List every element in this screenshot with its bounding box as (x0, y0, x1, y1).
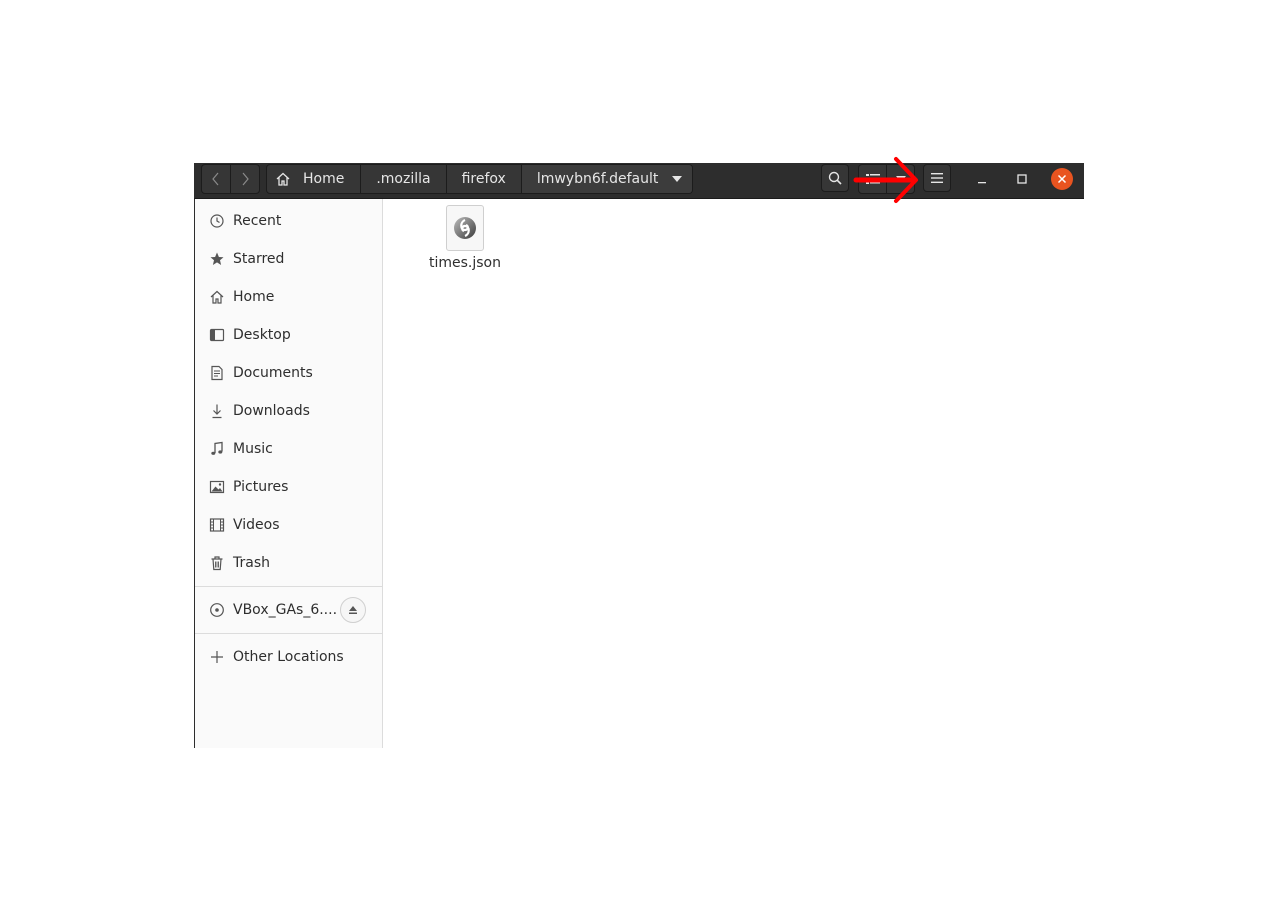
breadcrumb-label: lmwybn6f.default (536, 171, 659, 187)
red-arrow-icon (853, 157, 918, 203)
file-manager-window: Home .mozilla firefox lmwybn6f.default R… (194, 163, 1084, 748)
sidebar-item-downloads[interactable]: Downloads (195, 394, 383, 428)
sidebar-item-label: Videos (233, 517, 280, 533)
back-button[interactable] (202, 165, 230, 193)
sidebar-item-home[interactable]: Home (195, 280, 383, 314)
sidebar: Recent Starred Home Desktop Documents Do… (194, 199, 383, 748)
sidebar-item-videos[interactable]: Videos (195, 508, 383, 542)
sidebar-item-label: Trash (233, 555, 270, 571)
minimize-icon (978, 182, 986, 184)
trash-icon (211, 556, 223, 571)
sidebar-item-starred[interactable]: Starred (195, 242, 383, 276)
breadcrumb-current-folder[interactable]: lmwybn6f.default (520, 165, 693, 193)
sidebar-item-pictures[interactable]: Pictures (195, 470, 383, 504)
breadcrumb-firefox[interactable]: firefox (445, 165, 521, 193)
clock-icon (210, 214, 224, 228)
sidebar-item-trash[interactable]: Trash (195, 546, 383, 580)
header-bar: Home .mozilla firefox lmwybn6f.default (194, 163, 1084, 199)
home-icon (276, 172, 290, 186)
sidebar-separator (195, 633, 383, 634)
dropdown-arrow-icon (672, 176, 683, 182)
sidebar-separator (195, 586, 383, 587)
sidebar-item-label: VBox_GAs_6.... (233, 602, 338, 618)
search-button[interactable] (821, 164, 849, 192)
eject-icon (349, 606, 357, 614)
disc-icon (210, 603, 224, 617)
chevron-left-icon (212, 172, 219, 186)
forward-button[interactable] (230, 165, 259, 193)
sidebar-item-documents[interactable]: Documents (195, 356, 383, 390)
sidebar-item-label: Starred (233, 251, 285, 267)
breadcrumb-label: Home (303, 171, 345, 187)
breadcrumb-home[interactable]: Home (267, 165, 360, 193)
close-button[interactable] (1051, 168, 1073, 190)
sidebar-item-recent[interactable]: Recent (195, 204, 383, 238)
sidebar-item-label: Desktop (233, 327, 291, 343)
breadcrumb: Home .mozilla firefox lmwybn6f.default (266, 164, 694, 194)
sidebar-item-label: Pictures (233, 479, 289, 495)
sidebar-item-label: Downloads (233, 403, 310, 419)
home-icon (210, 290, 224, 304)
plus-icon (211, 651, 223, 663)
sidebar-item-label: Music (233, 441, 273, 457)
close-icon (1057, 174, 1067, 184)
sidebar-item-label: Documents (233, 365, 313, 381)
file-view: times.json (383, 199, 1084, 748)
eject-button[interactable] (340, 597, 366, 623)
chevron-right-icon (242, 172, 249, 186)
sidebar-item-music[interactable]: Music (195, 432, 383, 466)
main-menu-button[interactable] (923, 164, 951, 192)
sidebar-item-label: Recent (233, 213, 282, 229)
document-icon (211, 365, 223, 381)
hamburger-menu-icon (931, 173, 943, 183)
maximize-button[interactable] (1011, 168, 1033, 190)
video-icon (209, 518, 225, 532)
maximize-icon (1017, 174, 1027, 184)
breadcrumb-label: .mozilla (376, 171, 431, 187)
breadcrumb-label: firefox (461, 171, 506, 187)
sidebar-item-other-locations[interactable]: Other Locations (195, 640, 383, 674)
breadcrumb-mozilla[interactable]: .mozilla (360, 165, 445, 193)
picture-icon (209, 480, 225, 494)
music-icon (211, 441, 223, 455)
sidebar-item-label: Other Locations (233, 649, 344, 665)
navigation-buttons (201, 164, 260, 194)
star-icon (210, 252, 224, 265)
sidebar-item-label: Home (233, 289, 275, 305)
file-name: times.json (429, 255, 501, 271)
search-icon (828, 171, 842, 185)
json-file-icon (446, 205, 484, 251)
file-item[interactable]: times.json (425, 205, 505, 275)
sidebar-item-vbox-device[interactable]: VBox_GAs_6.... (195, 593, 383, 627)
minimize-button[interactable] (971, 168, 993, 190)
desktop-icon (209, 328, 225, 342)
download-icon (212, 404, 222, 419)
sidebar-item-desktop[interactable]: Desktop (195, 318, 383, 352)
